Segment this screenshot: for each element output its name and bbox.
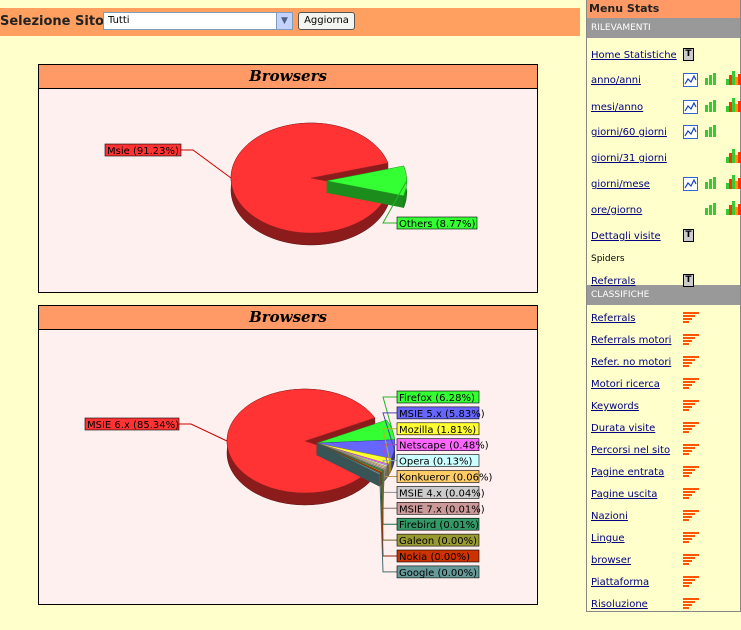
menu-item-giorni-31-giorni[interactable]: giorni/31 giorni (591, 153, 667, 164)
ranking-icon[interactable] (683, 576, 699, 588)
slice-label: MSIE 4.x (0.04%) (399, 488, 485, 499)
menu-item-spiders: Spiders (591, 254, 625, 264)
menu-item-referrals[interactable]: Referrals (591, 313, 636, 324)
ranking-icon[interactable] (683, 510, 699, 522)
site-select-value: Tutti (108, 15, 130, 26)
legend-label-opera: Opera (0.13%) (382, 454, 480, 468)
legend-label-msie: Msie (91.23%) (104, 143, 232, 179)
ranking-icon[interactable] (683, 422, 699, 434)
rilevamenti-list: Home Statistiche Tanno/anni mesi/anno giorn… (587, 38, 741, 287)
slice-label: Firebird (0.01%) (399, 520, 479, 531)
slice-label: Msie (91.23%) (107, 146, 179, 157)
menu-item-anno-anni[interactable]: anno/anni (591, 75, 641, 86)
menu-item-home-statistiche[interactable]: Home Statistiche (591, 50, 677, 61)
ranking-icon[interactable] (683, 444, 699, 456)
menu-item-durata-visite[interactable]: Durata visite (591, 423, 655, 434)
multi-bar-chart-icon[interactable] (726, 201, 741, 215)
menu-item-motori-ricerca[interactable]: Motori ricerca (591, 379, 660, 390)
ranking-icon[interactable] (683, 554, 699, 566)
slice-label: Netscape (0.48%) (399, 441, 489, 452)
slice-label: Nokia (0.00%) (399, 552, 470, 563)
ranking-icon[interactable] (683, 598, 699, 610)
menu-item-refer-no-motori[interactable]: Refer. no motori (591, 357, 671, 368)
browsers-pie-chart-2: MSIE 6.x (85.34%) Firefox (6.28%) MSIE 5.x… (84, 388, 492, 579)
menu-item-dettagli-visite[interactable]: Dettagli visite (591, 231, 661, 242)
chart-title: Browsers (39, 65, 537, 89)
menu-item-browser[interactable]: browser (591, 555, 631, 566)
slice-label: Others (8.77%) (399, 219, 475, 230)
slice-label: Konkueror (0.06%) (399, 473, 492, 484)
chevron-down-icon[interactable]: ▼ (276, 13, 292, 29)
menu-item-pagine-uscita[interactable]: Pagine uscita (591, 489, 657, 500)
menu-item-risoluzione[interactable]: Risoluzione (591, 599, 648, 610)
multi-bar-chart-icon[interactable] (726, 98, 741, 112)
menu-item-percorsi-nel-sito[interactable]: Percorsi nel sito (591, 445, 670, 456)
ranking-icon[interactable] (683, 334, 699, 346)
line-chart-icon[interactable] (683, 73, 698, 87)
menu-item-giorni-mese[interactable]: giorni/mese (591, 179, 650, 190)
ranking-icon[interactable] (683, 312, 699, 324)
legend-label-konkueror: Konkueror (0.06%) (382, 467, 492, 484)
t-icon[interactable]: T (683, 274, 694, 287)
line-chart-icon[interactable] (683, 125, 698, 139)
multi-bar-chart-icon[interactable] (726, 175, 741, 189)
slice-label: Firefox (6.28%) (399, 393, 475, 404)
browsers-pie-chart-1: Msie (91.23%) Others (8.77%) (104, 122, 478, 246)
chart-title: Browsers (39, 306, 537, 330)
site-toolbar: Selezione Sito: Tutti ▼ Aggiorna (0, 8, 580, 36)
menu-item-piattaforma[interactable]: Piattaforma (591, 577, 649, 588)
slice-label: Google (0.00%) (399, 568, 477, 579)
bar-chart-icon[interactable] (705, 125, 719, 137)
ranking-icon[interactable] (683, 466, 699, 478)
menu-title: Menu Stats (587, 0, 740, 18)
menu-item-mesi-anno[interactable]: mesi/anno (591, 102, 643, 113)
slice-label: Opera (0.13%) (399, 457, 472, 468)
line-chart-icon[interactable] (683, 100, 698, 114)
slice-label: Mozilla (1.81%) (399, 425, 476, 436)
site-select[interactable]: Tutti ▼ (103, 12, 293, 30)
browsers-chart-box-2: Browsers MSIE 6.x (85.34%) Firefox (6.28%… (38, 305, 538, 605)
section-rilevamenti: RILEVAMENTI (587, 18, 740, 38)
bar-chart-icon[interactable] (705, 203, 719, 215)
menu-item-pagine-entrata[interactable]: Pagine entrata (591, 467, 664, 478)
section-classifiche: CLASSIFICHE (587, 285, 740, 305)
menu-item-lingue[interactable]: Lingue (591, 533, 625, 544)
bar-chart-icon[interactable] (705, 100, 719, 112)
classifiche-list: Referrals Referrals motori Refer. no motor… (587, 305, 740, 610)
line-chart-icon[interactable] (683, 177, 698, 191)
legend-label-msie-6-x: MSIE 6.x (85.34%) (84, 417, 228, 442)
menu-item-giorni-60-giorni[interactable]: giorni/60 giorni (591, 127, 667, 138)
ranking-icon[interactable] (683, 356, 699, 368)
menu-item-keywords[interactable]: Keywords (591, 401, 639, 412)
menu-item-nazioni[interactable]: Nazioni (591, 511, 628, 522)
menu-item-ore-giorno[interactable]: ore/giorno (591, 205, 642, 216)
bar-chart-icon[interactable] (705, 73, 719, 85)
stats-menu: Menu Stats RILEVAMENTI Home Statistiche T… (586, 0, 741, 612)
multi-bar-chart-icon[interactable] (726, 71, 741, 85)
slice-label: MSIE 6.x (85.34%) (87, 420, 179, 431)
ranking-icon[interactable] (683, 488, 699, 500)
multi-bar-chart-icon[interactable] (726, 149, 741, 163)
ranking-icon[interactable] (683, 400, 699, 412)
menu-item-referrals-motori[interactable]: Referrals motori (591, 335, 671, 346)
t-icon[interactable]: T (683, 229, 694, 242)
menu-item-referrals[interactable]: Referrals (591, 276, 636, 287)
slice-label: MSIE 7.x (0.01%) (399, 504, 485, 515)
ranking-icon[interactable] (683, 532, 699, 544)
slice-label: Galeon (0.00%) (399, 536, 477, 547)
browsers-chart-box-1: Browsers Msie (91.23%) Others (8.77%) (38, 64, 538, 293)
site-select-label: Selezione Sito: (0, 14, 110, 29)
slice-label: MSIE 5.x (5.83%) (399, 409, 485, 420)
ranking-icon[interactable] (683, 378, 699, 390)
t-icon[interactable]: T (683, 48, 694, 61)
bar-chart-icon[interactable] (705, 177, 719, 189)
refresh-button[interactable]: Aggiorna (298, 12, 355, 30)
